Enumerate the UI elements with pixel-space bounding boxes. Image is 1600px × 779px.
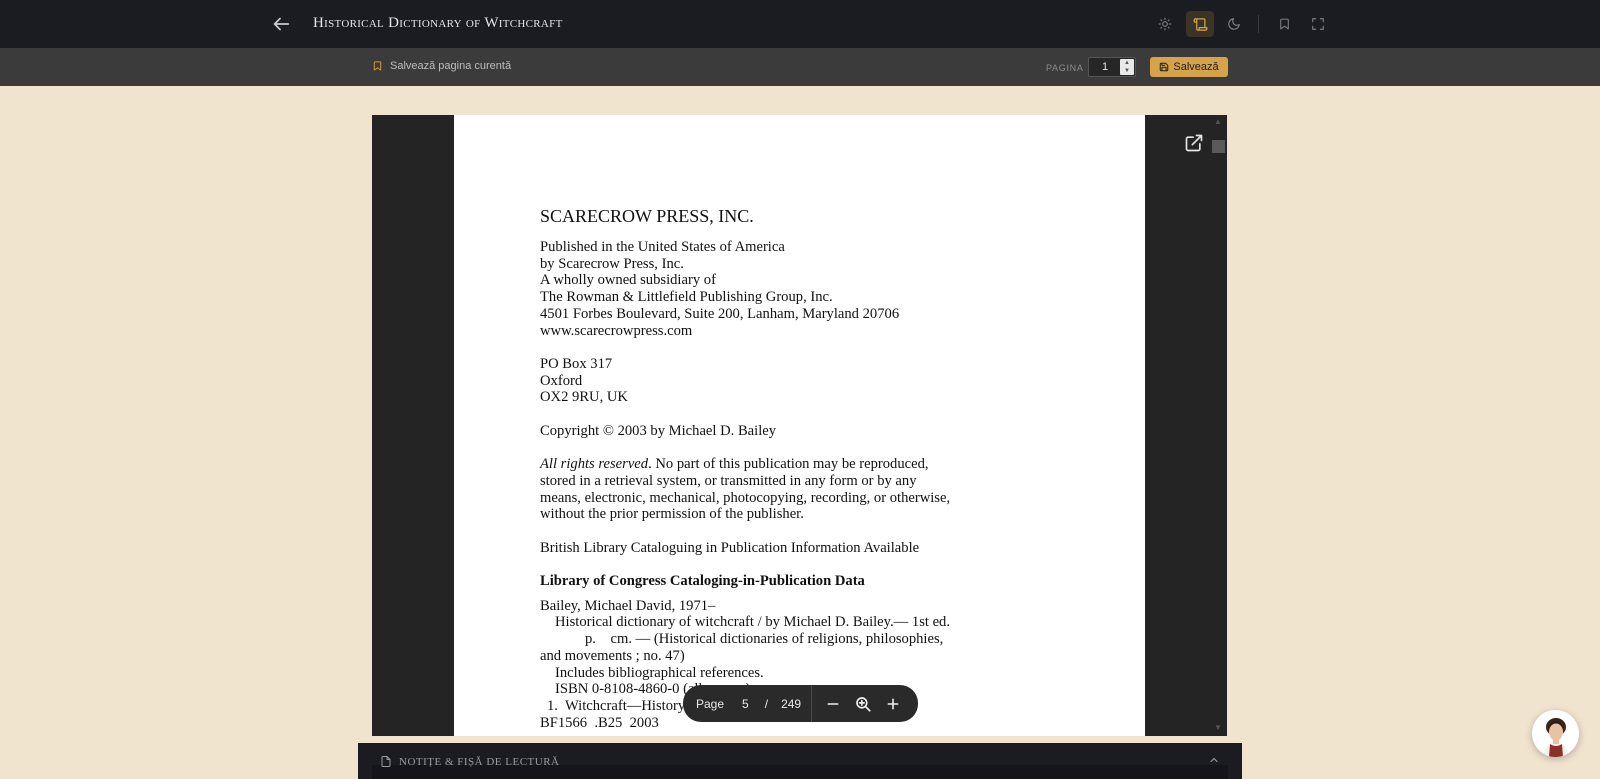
current-page-input[interactable]: 5 <box>742 697 749 711</box>
open-external-button[interactable] <box>1184 133 1206 155</box>
back-button[interactable] <box>270 13 296 35</box>
plus-icon <box>887 698 899 709</box>
page-separator: / <box>764 696 769 711</box>
address-line: by Scarecrow Press, Inc. <box>540 255 684 272</box>
address-line: PO Box 317 <box>540 355 613 372</box>
address-line: 4501 Forbes Boulevard, Suite 200, Lanham… <box>540 305 900 322</box>
dark-theme-button[interactable] <box>1220 11 1248 37</box>
avatar-portrait-icon <box>1543 718 1569 757</box>
bookmark-icon <box>373 61 382 71</box>
notes-label: NOTIȚE & FIȘĂ DE LECTURĂ <box>399 755 560 768</box>
scroll-down-arrow[interactable]: ▼ <box>1212 723 1224 733</box>
address-line: The Rowman & Littlefield Publishing Grou… <box>540 289 833 306</box>
rights-text: . No part of this publication may be rep… <box>648 456 929 473</box>
loc-heading: Library of Congress Cataloging-in-Public… <box>540 572 865 589</box>
bookmark-button[interactable] <box>1270 11 1298 37</box>
scroll-icon <box>1193 17 1207 31</box>
scroll-up-arrow[interactable]: ▲ <box>1212 117 1224 127</box>
pdf-toolbar: Page 5 / 249 <box>683 685 918 722</box>
assistant-avatar[interactable] <box>1532 710 1579 757</box>
collapse-notes-button[interactable] <box>1208 753 1222 767</box>
copyright-notice: Copyright © 2003 by Michael D. Bailey <box>540 422 777 439</box>
zoom-reset-button[interactable] <box>848 689 878 719</box>
cip-series: and movements ; no. 47) <box>540 647 685 664</box>
rights-line: without the prior permission of the publ… <box>540 506 804 523</box>
notes-panel-toggle[interactable]: NOTIȚE & FIȘĂ DE LECTURĂ <box>358 743 1242 779</box>
publisher-name: SCARECROW PRESS, INC. <box>540 206 754 226</box>
chevron-up-icon: ▲ <box>1214 117 1222 126</box>
page-label: PAGINA <box>1046 63 1084 73</box>
save-icon <box>1160 62 1169 72</box>
rights-line: means, electronic, mechanical, photocopy… <box>540 489 951 506</box>
sepia-theme-button[interactable] <box>1186 11 1214 37</box>
chevron-down-icon: ▼ <box>1214 723 1222 732</box>
cip-author: Bailey, Michael David, 1971– <box>540 597 716 614</box>
pdf-viewer[interactable]: SCARECROW PRESS, INC. Published in the U… <box>372 115 1227 736</box>
zoom-in-icon <box>856 696 871 712</box>
save-current-page-label: Salvează pagina curentă <box>390 60 512 72</box>
chevron-up-icon: ▲ <box>1124 60 1130 66</box>
cip-title: Historical dictionary of witchcraft / by… <box>555 614 950 631</box>
scrollbar-thumb[interactable] <box>1212 140 1225 153</box>
notes-header[interactable]: NOTIȚE & FIȘĂ DE LECTURĂ <box>380 755 560 768</box>
publisher-address: Published in the United States of Americ… <box>540 239 1140 339</box>
total-pages: 249 <box>781 696 802 711</box>
page-content: SCARECROW PRESS, INC. Published in the U… <box>540 205 1140 731</box>
bookmark-icon <box>1279 18 1289 30</box>
address-line: Published in the United States of Americ… <box>540 239 785 255</box>
rights-line: stored in a retrieval system, or transmi… <box>540 472 917 489</box>
zoom-in-button[interactable] <box>878 689 908 719</box>
pdf-page: SCARECROW PRESS, INC. Published in the U… <box>454 115 1145 736</box>
book-title: Historical Dictionary of Witchcraft <box>313 15 563 31</box>
chevron-up-icon <box>1210 757 1218 763</box>
toolbar-divider <box>1258 15 1259 33</box>
zoom-out-button[interactable] <box>818 689 848 719</box>
british-library-note: British Library Cataloguing in Publicati… <box>540 539 920 556</box>
fullscreen-button[interactable] <box>1304 11 1332 37</box>
light-theme-button[interactable] <box>1151 11 1179 37</box>
save-current-page-link[interactable]: Salvează pagina curentă <box>372 60 511 72</box>
address-line: OX2 9RU, UK <box>540 389 628 406</box>
uk-address: PO Box 317 Oxford OX2 9RU, UK <box>540 356 1140 406</box>
external-link-icon <box>1185 134 1203 152</box>
top-bar: Historical Dictionary of Witchcraft <box>0 0 1600 48</box>
address-line: Oxford <box>540 372 583 389</box>
arrow-left-icon <box>273 17 290 31</box>
cip-pages: p. cm. — (Historical dictionaries of rel… <box>585 631 944 648</box>
save-button-label: Salvează <box>1173 61 1219 73</box>
rights-reserved: All rights reserved <box>540 456 649 473</box>
page-save-bar: Salvează pagina curentă PAGINA ▲ ▼ Salve… <box>0 48 1600 86</box>
page-stepper[interactable]: ▲ ▼ <box>1120 59 1134 75</box>
address-line: www.scarecrowpress.com <box>540 322 693 339</box>
page-label: Page <box>696 696 725 711</box>
address-line: A wholly owned subsidiary of <box>540 272 716 289</box>
rights-notice: All rights reserved. No part of this pub… <box>540 456 1140 523</box>
chevron-down-icon: ▼ <box>1124 68 1130 74</box>
save-button[interactable]: Salvează <box>1150 57 1228 77</box>
cip-includes: Includes bibliographical references. <box>555 664 764 681</box>
fullscreen-icon <box>1312 18 1324 30</box>
document-icon <box>381 756 391 767</box>
toolbar-divider <box>811 685 813 722</box>
minus-icon <box>827 702 839 705</box>
sun-icon <box>1158 17 1172 31</box>
moon-icon <box>1228 18 1240 30</box>
